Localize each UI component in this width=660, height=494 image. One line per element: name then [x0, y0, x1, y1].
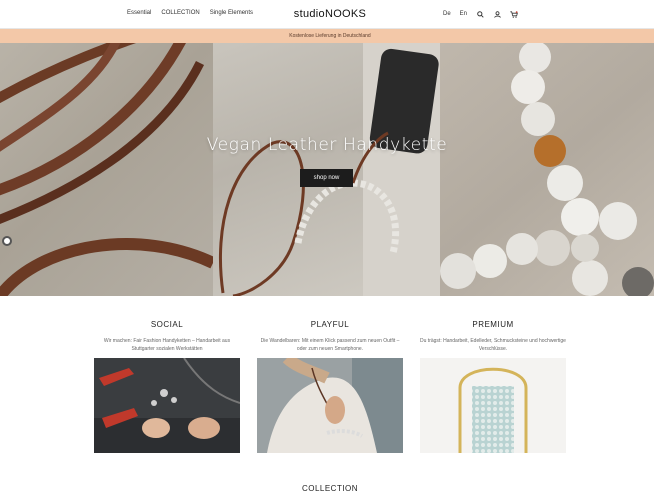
hero-overlay: Vegan Leather Handykette shop now	[0, 43, 654, 296]
site-header: Essential COLLECTION Single Elements stu…	[0, 0, 660, 29]
collection-heading: COLLECTION	[301, 484, 359, 493]
feature-title: PREMIUM	[472, 320, 514, 329]
feature-premium: PREMIUM Du trägst: Handarbeit, Edelleder…	[420, 320, 566, 453]
page-edge	[654, 0, 660, 494]
feature-text: Wir machen: Fair Fashion Handyketten – H…	[103, 338, 231, 352]
site-logo[interactable]: studioNOOKS	[0, 8, 660, 20]
feature-playful: PLAYFUL Die Wandelbaren: Mit einem Klick…	[257, 320, 403, 453]
feature-image-beads-frame	[420, 358, 566, 453]
user-icon[interactable]	[493, 10, 501, 18]
hero-slider: Vegan Leather Handykette shop now	[0, 43, 654, 296]
lang-en[interactable]: En	[460, 11, 467, 17]
utility-nav: De En	[443, 10, 518, 18]
shipping-banner: Kostenlose Lieferung in Deutschland	[0, 29, 660, 43]
cart-icon[interactable]	[510, 10, 518, 18]
hero-title: Vegan Leather Handykette	[206, 135, 448, 155]
feature-title: SOCIAL	[150, 320, 184, 329]
lang-de[interactable]: De	[443, 11, 451, 17]
feature-image-workshop	[94, 358, 240, 453]
feature-image-person	[257, 358, 403, 453]
shop-now-button[interactable]: shop now	[300, 169, 353, 187]
slider-dot[interactable]	[2, 236, 12, 246]
feature-social: SOCIAL Wir machen: Fair Fashion Handyket…	[94, 320, 240, 453]
feature-text: Die Wandelbaren: Mit einem Klick passend…	[260, 338, 400, 352]
feature-text: Du trägst: Handarbeit, Edelleder, Schmuc…	[420, 338, 566, 352]
search-icon[interactable]	[476, 10, 484, 18]
feature-title: PLAYFUL	[310, 320, 350, 329]
